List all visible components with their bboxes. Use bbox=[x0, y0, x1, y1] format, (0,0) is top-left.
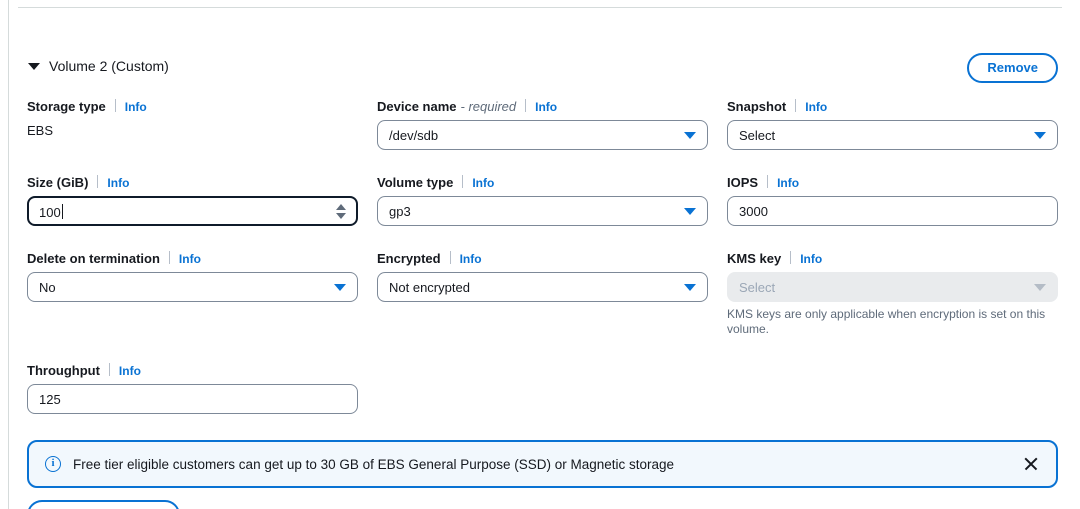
panel-left-rail bbox=[8, 0, 9, 509]
chevron-down-icon bbox=[684, 131, 696, 139]
iops-info-link[interactable]: Info bbox=[777, 176, 799, 190]
encrypted-label: Encrypted bbox=[377, 251, 441, 266]
snapshot-select[interactable]: Select bbox=[727, 120, 1058, 150]
kms-key-select: Select bbox=[727, 272, 1058, 302]
field-volume-type: Volume type Info gp3 bbox=[377, 174, 708, 226]
stepper-down-icon[interactable] bbox=[336, 212, 346, 219]
volume-type-value: gp3 bbox=[389, 203, 411, 219]
snapshot-label-row: Snapshot Info bbox=[727, 98, 1058, 114]
throughput-label-row: Throughput Info bbox=[27, 362, 358, 378]
encrypted-info-link[interactable]: Info bbox=[460, 252, 482, 266]
field-throughput: Throughput Info 125 bbox=[27, 362, 358, 414]
delete-on-termination-select[interactable]: No bbox=[27, 272, 358, 302]
remove-button[interactable]: Remove bbox=[967, 53, 1058, 83]
kms-key-info-link[interactable]: Info bbox=[800, 252, 822, 266]
info-circle-icon: i bbox=[45, 456, 61, 472]
caret-down-icon[interactable] bbox=[28, 60, 40, 72]
alert-message: Free tier eligible customers can get up … bbox=[73, 456, 675, 472]
storage-type-info-link[interactable]: Info bbox=[125, 100, 147, 114]
encrypted-value: Not encrypted bbox=[389, 279, 470, 295]
add-new-volume-button[interactable] bbox=[27, 500, 180, 509]
throughput-value: 125 bbox=[39, 391, 61, 407]
chevron-down-icon bbox=[684, 207, 696, 215]
iops-value: 3000 bbox=[739, 203, 768, 219]
ebs-volume-configuration-panel: Volume 2 (Custom) Remove Storage type In… bbox=[0, 0, 1080, 509]
encrypted-label-row: Encrypted Info bbox=[377, 250, 708, 266]
storage-type-value: EBS bbox=[27, 123, 54, 138]
field-delete-on-termination: Delete on termination Info No bbox=[27, 250, 358, 302]
size-value: 100 bbox=[39, 205, 61, 220]
throughput-label: Throughput bbox=[27, 363, 100, 378]
close-icon[interactable] bbox=[1020, 453, 1042, 475]
iops-input[interactable]: 3000 bbox=[727, 196, 1058, 226]
field-size: Size (GiB) Info 100 bbox=[27, 174, 358, 226]
storage-type-label-row: Storage type Info bbox=[27, 98, 358, 114]
chevron-down-icon bbox=[1034, 131, 1046, 139]
field-snapshot: Snapshot Info Select bbox=[727, 98, 1058, 150]
kms-key-label-row: KMS key Info bbox=[727, 250, 1058, 266]
label-separator bbox=[108, 363, 110, 376]
kms-key-label: KMS key bbox=[727, 251, 782, 266]
field-storage-type: Storage type Info EBS bbox=[27, 98, 358, 140]
label-separator bbox=[525, 99, 527, 112]
stepper-up-icon[interactable] bbox=[336, 203, 346, 210]
kms-key-value: Select bbox=[739, 279, 776, 295]
section-divider bbox=[18, 7, 1062, 8]
label-separator bbox=[114, 99, 116, 112]
volume-header: Volume 2 (Custom) bbox=[28, 55, 169, 77]
size-label: Size (GiB) bbox=[27, 175, 89, 190]
label-separator bbox=[790, 251, 792, 264]
iops-label: IOPS bbox=[727, 175, 759, 190]
delete-on-termination-label-row: Delete on termination Info bbox=[27, 250, 358, 266]
size-info-link[interactable]: Info bbox=[107, 176, 129, 190]
iops-label-row: IOPS Info bbox=[727, 174, 1058, 190]
chevron-down-icon bbox=[684, 283, 696, 291]
volume-type-info-link[interactable]: Info bbox=[472, 176, 494, 190]
throughput-info-link[interactable]: Info bbox=[119, 364, 141, 378]
chevron-down-icon bbox=[1034, 283, 1046, 291]
size-input[interactable]: 100 bbox=[27, 196, 358, 226]
device-name-value: /dev/sdb bbox=[389, 127, 439, 143]
storage-type-label: Storage type bbox=[27, 99, 106, 114]
delete-on-termination-value: No bbox=[39, 279, 56, 295]
snapshot-value: Select bbox=[739, 127, 776, 143]
label-separator bbox=[462, 175, 464, 188]
snapshot-label: Snapshot bbox=[727, 99, 787, 114]
snapshot-info-link[interactable]: Info bbox=[805, 100, 827, 114]
volume-type-select[interactable]: gp3 bbox=[377, 196, 708, 226]
field-iops: IOPS Info 3000 bbox=[727, 174, 1058, 226]
throughput-input[interactable]: 125 bbox=[27, 384, 358, 414]
chevron-down-icon bbox=[334, 283, 346, 291]
device-name-label: Device name bbox=[377, 99, 457, 114]
free-tier-info-alert: i Free tier eligible customers can get u… bbox=[27, 440, 1058, 488]
volume-type-label: Volume type bbox=[377, 175, 454, 190]
device-name-required-note: - required bbox=[460, 99, 517, 114]
label-separator bbox=[168, 251, 170, 264]
device-name-info-link[interactable]: Info bbox=[535, 100, 557, 114]
encrypted-select[interactable]: Not encrypted bbox=[377, 272, 708, 302]
volume-type-label-row: Volume type Info bbox=[377, 174, 708, 190]
label-separator bbox=[97, 175, 99, 188]
delete-on-termination-label: Delete on termination bbox=[27, 251, 160, 266]
volume-title: Volume 2 (Custom) bbox=[49, 58, 169, 74]
kms-key-helper-text: KMS keys are only applicable when encryp… bbox=[727, 307, 1046, 336]
field-device-name: Device name - required Info /dev/sdb bbox=[377, 98, 708, 150]
size-value-wrap: 100 bbox=[39, 202, 328, 220]
device-name-label-row: Device name - required Info bbox=[377, 98, 708, 114]
size-label-row: Size (GiB) Info bbox=[27, 174, 358, 190]
label-separator bbox=[795, 99, 797, 112]
text-cursor bbox=[61, 204, 63, 219]
field-encrypted: Encrypted Info Not encrypted bbox=[377, 250, 708, 302]
delete-on-termination-info-link[interactable]: Info bbox=[179, 252, 201, 266]
label-separator bbox=[767, 175, 769, 188]
size-stepper[interactable] bbox=[336, 203, 346, 219]
field-kms-key: KMS key Info Select KMS keys are only ap… bbox=[727, 250, 1058, 337]
label-separator bbox=[449, 251, 451, 264]
device-name-select[interactable]: /dev/sdb bbox=[377, 120, 708, 150]
